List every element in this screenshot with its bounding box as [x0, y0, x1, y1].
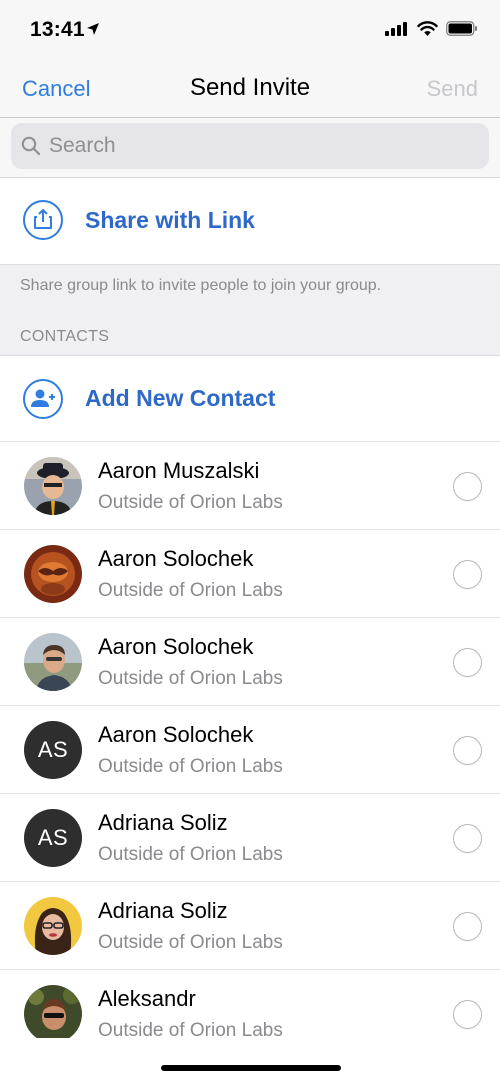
status-bar: 13:41: [0, 0, 500, 62]
contact-subtitle: Outside of Orion Labs: [98, 668, 283, 689]
contact-row[interactable]: AS Adriana Soliz Outside of Orion Labs: [0, 794, 500, 882]
contacts-section-header: CONTACTS: [20, 328, 110, 345]
add-person-icon: [23, 379, 63, 419]
search-input[interactable]: [49, 123, 469, 169]
contact-subtitle: Outside of Orion Labs: [98, 844, 283, 865]
location-arrow-icon: [87, 23, 99, 35]
contact-name: Adriana Soliz: [98, 810, 228, 835]
select-radio[interactable]: [453, 912, 482, 941]
share-hint-section: Share group link to invite people to joi…: [0, 264, 500, 355]
contact-subtitle: Outside of Orion Labs: [98, 580, 283, 601]
share-with-link-row[interactable]: Share with Link: [0, 178, 500, 264]
contact-name: Aaron Solochek: [98, 546, 254, 571]
avatar: AS: [24, 809, 82, 867]
page-title: Send Invite: [189, 74, 311, 101]
share-upload-icon: [23, 200, 63, 240]
avatar: [24, 897, 82, 955]
search-icon: [21, 136, 41, 156]
avatar: [24, 545, 82, 603]
avatar: AS: [24, 721, 82, 779]
navigation-bar: Cancel Send Invite Send: [0, 62, 500, 118]
contact-row[interactable]: Aaron Muszalski Outside of Orion Labs: [0, 442, 500, 530]
contact-name: Adriana Soliz: [98, 898, 228, 923]
contact-subtitle: Outside of Orion Labs: [98, 492, 283, 513]
contact-subtitle: Outside of Orion Labs: [98, 1020, 283, 1038]
contact-row[interactable]: Aleksandr Outside of Orion Labs: [0, 970, 500, 1038]
contact-name: Aaron Muszalski: [98, 458, 260, 483]
select-radio[interactable]: [453, 648, 482, 677]
home-indicator: [161, 1065, 341, 1071]
contact-row[interactable]: Adriana Soliz Outside of Orion Labs: [0, 882, 500, 970]
battery-icon: [446, 21, 477, 36]
select-radio[interactable]: [453, 472, 482, 501]
share-with-link-label: Share with Link: [85, 207, 255, 233]
search-bar: [0, 118, 500, 178]
contact-row[interactable]: Aaron Solochek Outside of Orion Labs: [0, 618, 500, 706]
select-radio[interactable]: [453, 736, 482, 765]
signal-bars-icon: [385, 21, 407, 36]
select-radio[interactable]: [453, 824, 482, 853]
contact-name: Aleksandr: [98, 986, 196, 1011]
add-new-contact-row[interactable]: Add New Contact: [0, 355, 500, 442]
contact-row[interactable]: AS Aaron Solochek Outside of Orion Labs: [0, 706, 500, 794]
contact-row[interactable]: Aaron Solochek Outside of Orion Labs: [0, 530, 500, 618]
avatar: [24, 457, 82, 515]
search-box[interactable]: [11, 123, 489, 169]
contact-name: Aaron Solochek: [98, 722, 254, 747]
send-button[interactable]: Send: [427, 76, 478, 102]
avatar: [24, 985, 82, 1038]
share-hint-text: Share group link to invite people to joi…: [20, 277, 382, 294]
status-time: 13:41: [30, 18, 85, 41]
contact-list[interactable]: Aaron Muszalski Outside of Orion Labs Aa…: [0, 442, 500, 1038]
wifi-icon: [417, 21, 438, 36]
add-new-contact-label: Add New Contact: [85, 385, 276, 411]
contact-subtitle: Outside of Orion Labs: [98, 932, 283, 953]
avatar: [24, 633, 82, 691]
contact-name: Aaron Solochek: [98, 634, 254, 659]
contact-subtitle: Outside of Orion Labs: [98, 756, 283, 777]
select-radio[interactable]: [453, 1000, 482, 1029]
select-radio[interactable]: [453, 560, 482, 589]
